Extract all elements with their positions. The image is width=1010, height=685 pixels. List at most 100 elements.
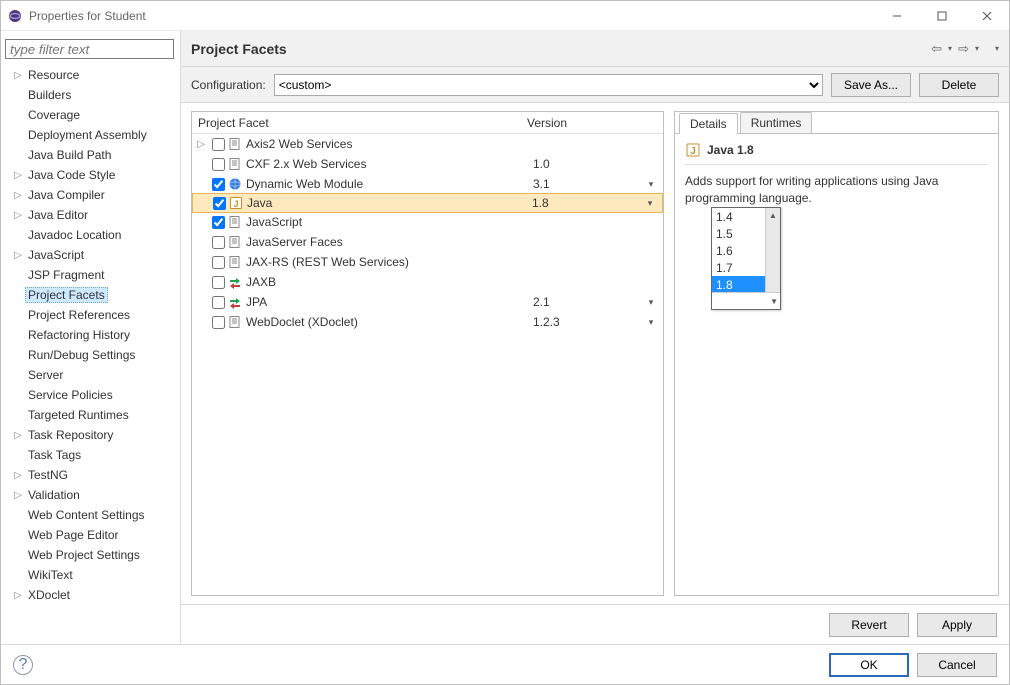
- expand-arrow-icon[interactable]: ▷: [11, 190, 25, 201]
- sidebar-item-testng[interactable]: ▷TestNG: [7, 465, 180, 485]
- expand-arrow-icon[interactable]: ▷: [11, 430, 25, 441]
- facet-checkbox[interactable]: [212, 296, 225, 309]
- col-header-version[interactable]: Version: [523, 116, 663, 130]
- expand-arrow-icon[interactable]: ▷: [11, 490, 25, 501]
- facet-checkbox[interactable]: [213, 197, 226, 210]
- apply-button[interactable]: Apply: [917, 613, 997, 637]
- sidebar-item-label: Task Tags: [25, 448, 84, 462]
- expand-arrow-icon[interactable]: ▷: [11, 250, 25, 261]
- facet-checkbox[interactable]: [212, 158, 225, 171]
- expand-arrow-icon[interactable]: ▷: [11, 470, 25, 481]
- facet-row[interactable]: JavaScript: [192, 212, 663, 232]
- facet-checkbox[interactable]: [212, 216, 225, 229]
- sidebar-item-web-content-settings[interactable]: Web Content Settings: [7, 505, 180, 525]
- save-as-button[interactable]: Save As...: [831, 73, 911, 97]
- configuration-select[interactable]: <custom>: [274, 74, 823, 96]
- facet-name: CXF 2.x Web Services: [244, 157, 529, 171]
- sidebar-item-java-code-style[interactable]: ▷Java Code Style: [7, 165, 180, 185]
- close-button[interactable]: [964, 1, 1009, 31]
- help-icon[interactable]: ?: [13, 655, 33, 675]
- cancel-button[interactable]: Cancel: [917, 653, 997, 677]
- sidebar-item-java-build-path[interactable]: Java Build Path: [7, 145, 180, 165]
- facet-checkbox[interactable]: [212, 256, 225, 269]
- facet-row[interactable]: ▷Axis2 Web Services: [192, 134, 663, 154]
- scroll-down-icon[interactable]: ▼: [770, 297, 778, 306]
- title-bar: Properties for Student: [1, 1, 1009, 31]
- sidebar-item-refactoring-history[interactable]: Refactoring History: [7, 325, 180, 345]
- sidebar-item-project-references[interactable]: Project References: [7, 305, 180, 325]
- facet-checkbox[interactable]: [212, 178, 225, 191]
- sidebar-item-javadoc-location[interactable]: Javadoc Location: [7, 225, 180, 245]
- facet-name: WebDoclet (XDoclet): [244, 315, 529, 329]
- sidebar-item-jsp-fragment[interactable]: JSP Fragment: [7, 265, 180, 285]
- sidebar-item-task-tags[interactable]: Task Tags: [7, 445, 180, 465]
- scroll-up-icon[interactable]: ▲: [766, 208, 780, 223]
- sidebar-item-validation[interactable]: ▷Validation: [7, 485, 180, 505]
- expand-arrow-icon[interactable]: ▷: [192, 139, 210, 150]
- sidebar-item-java-editor[interactable]: ▷Java Editor: [7, 205, 180, 225]
- ok-button[interactable]: OK: [829, 653, 909, 677]
- back-menu-icon[interactable]: ▾: [948, 44, 952, 53]
- facet-row[interactable]: CXF 2.x Web Services1.0: [192, 154, 663, 174]
- sidebar-item-resource[interactable]: ▷Resource: [7, 65, 180, 85]
- facet-row[interactable]: JAXB: [192, 272, 663, 292]
- facet-row[interactable]: JJava1.8▾: [192, 193, 663, 213]
- facet-row[interactable]: WebDoclet (XDoclet)1.2.3▾: [192, 312, 663, 332]
- version-dropdown-icon[interactable]: ▾: [638, 198, 662, 209]
- col-header-facet[interactable]: Project Facet: [192, 116, 523, 130]
- tab-runtimes[interactable]: Runtimes: [740, 112, 813, 133]
- sidebar-item-java-compiler[interactable]: ▷Java Compiler: [7, 185, 180, 205]
- sidebar-item-targeted-runtimes[interactable]: Targeted Runtimes: [7, 405, 180, 425]
- dropdown-scrollbar[interactable]: ▲: [765, 208, 780, 292]
- sidebar-item-label: WikiText: [25, 568, 76, 582]
- sidebar-item-project-facets[interactable]: Project Facets: [7, 285, 180, 305]
- facet-row[interactable]: JavaServer Faces: [192, 232, 663, 252]
- version-dropdown-icon[interactable]: ▾: [639, 297, 663, 308]
- sidebar-item-label: Coverage: [25, 108, 83, 122]
- sidebar-item-javascript[interactable]: ▷JavaScript: [7, 245, 180, 265]
- facet-checkbox[interactable]: [212, 138, 225, 151]
- maximize-button[interactable]: [919, 1, 964, 31]
- version-dropdown-icon[interactable]: ▾: [639, 179, 663, 190]
- sidebar-item-wikitext[interactable]: WikiText: [7, 565, 180, 585]
- facet-table: Project Facet Version ▷Axis2 Web Service…: [191, 111, 664, 596]
- sidebar-item-server[interactable]: Server: [7, 365, 180, 385]
- tab-details[interactable]: Details: [679, 113, 738, 134]
- facet-name: JAX-RS (REST Web Services): [244, 255, 529, 269]
- category-tree[interactable]: ▷ResourceBuilders Coverage Deployment Asse…: [1, 65, 180, 640]
- expand-arrow-icon[interactable]: ▷: [11, 590, 25, 601]
- sidebar-item-builders[interactable]: Builders: [7, 85, 180, 105]
- sidebar-item-xdoclet[interactable]: ▷XDoclet: [7, 585, 180, 605]
- expand-arrow-icon[interactable]: ▷: [11, 210, 25, 221]
- configuration-row: Configuration: <custom> Save As... Delet…: [181, 67, 1009, 103]
- facet-checkbox[interactable]: [212, 276, 225, 289]
- version-dropdown-icon[interactable]: ▾: [639, 317, 663, 328]
- sidebar-item-label: XDoclet: [25, 588, 73, 602]
- sidebar-item-web-project-settings[interactable]: Web Project Settings: [7, 545, 180, 565]
- java-version-dropdown[interactable]: 1.41.51.61.71.8 ▲ ▼: [711, 207, 781, 310]
- forward-arrow-icon[interactable]: ⇨: [958, 41, 969, 57]
- delete-button[interactable]: Delete: [919, 73, 999, 97]
- sidebar-item-web-page-editor[interactable]: Web Page Editor: [7, 525, 180, 545]
- sidebar-item-run-debug-settings[interactable]: Run/Debug Settings: [7, 345, 180, 365]
- filter-input[interactable]: [5, 39, 174, 59]
- sidebar-item-coverage[interactable]: Coverage: [7, 105, 180, 125]
- facet-row[interactable]: JAX-RS (REST Web Services): [192, 252, 663, 272]
- back-arrow-icon[interactable]: ⇦: [931, 41, 942, 57]
- facet-checkbox[interactable]: [212, 316, 225, 329]
- expand-arrow-icon[interactable]: ▷: [11, 170, 25, 181]
- facet-row[interactable]: JPA2.1▾: [192, 292, 663, 312]
- revert-button[interactable]: Revert: [829, 613, 909, 637]
- view-menu-icon[interactable]: ▾: [995, 44, 999, 53]
- facet-row[interactable]: Dynamic Web Module3.1▾: [192, 174, 663, 194]
- expand-arrow-icon[interactable]: ▷: [11, 70, 25, 81]
- java-icon: J: [685, 142, 701, 158]
- forward-menu-icon[interactable]: ▾: [975, 44, 979, 53]
- sidebar-item-service-policies[interactable]: Service Policies: [7, 385, 180, 405]
- sidebar-item-task-repository[interactable]: ▷Task Repository: [7, 425, 180, 445]
- facet-checkbox[interactable]: [212, 236, 225, 249]
- sidebar-item-deployment-assembly[interactable]: Deployment Assembly: [7, 125, 180, 145]
- facet-name: JavaServer Faces: [244, 235, 529, 249]
- minimize-button[interactable]: [874, 1, 919, 31]
- sidebar-item-label: Project References: [25, 308, 133, 322]
